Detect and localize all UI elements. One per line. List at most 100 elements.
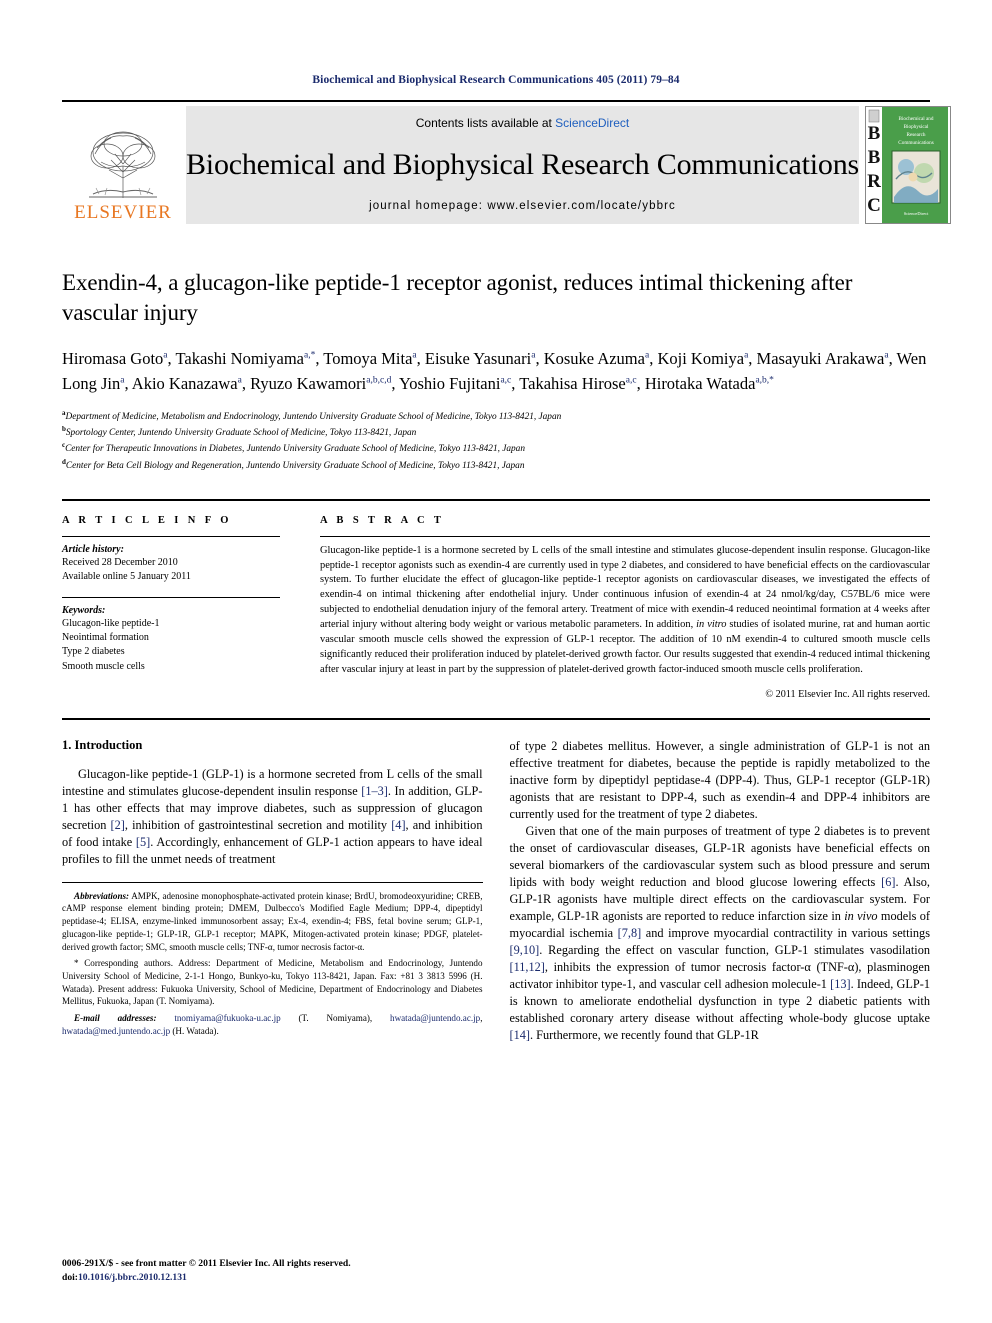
citation-ref[interactable]: [13]	[830, 977, 851, 991]
issn-line: 0006-291X/$ - see front matter © 2011 El…	[62, 1258, 351, 1270]
svg-text:B: B	[868, 147, 881, 168]
intro-paragraph-right-2: Given that one of the main purposes of t…	[510, 823, 931, 1044]
footnote-abbreviations: Abbreviations: AMPK, adenosine monophosp…	[62, 890, 483, 954]
running-head: Biochemical and Biophysical Research Com…	[312, 74, 680, 86]
email-link-watada-1[interactable]: hwatada@juntendo.ac.jp	[390, 1013, 480, 1023]
abstract-body: Glucagon-like peptide-1 is a hormone sec…	[320, 544, 930, 678]
author-affiliation-marker: a	[744, 350, 749, 361]
author-name: Masayuki Arakawa	[756, 348, 885, 368]
abstract-heading: A B S T R A C T	[320, 514, 445, 526]
author-name: Hirotaka Watada	[644, 374, 756, 394]
email-link-watada-2[interactable]: hwatada@med.juntendo.ac.jp	[62, 1026, 170, 1036]
author-name: Ryuzo Kawamori	[250, 374, 367, 394]
abstract-italic-invitro: in vitro	[696, 619, 727, 631]
footnote-block: Abbreviations: AMPK, adenosine monophosp…	[62, 881, 483, 1038]
keywords-label: Keywords:	[62, 605, 106, 617]
article-header: Exendin-4, a glucagon-like peptide-1 rec…	[62, 268, 930, 473]
author-affiliation-marker: a	[644, 350, 650, 361]
journal-cover-thumbnail: B B R C Biochemical and Biophysical Rese…	[864, 106, 951, 224]
page-footer: 0006-291X/$ - see front matter © 2011 El…	[62, 1257, 492, 1285]
journal-homepage-link[interactable]: journal homepage: www.elsevier.com/locat…	[369, 200, 676, 212]
svg-text:R: R	[867, 171, 881, 192]
keyword-item: Type 2 diabetes	[62, 646, 125, 658]
intro-right-text-a: Given that one of the main purposes of t…	[509, 823, 931, 889]
intro-right-text-d: and improve myocardial contractility in …	[641, 925, 930, 940]
footnote-emails: E-mail addresses: tnomiyama@fukuoka-u.ac…	[62, 1012, 483, 1037]
author-affiliation-marker: a	[531, 350, 536, 361]
affiliation-text: Sportology Center, Juntendo University G…	[65, 428, 417, 439]
svg-text:Biochemical and: Biochemical and	[898, 116, 933, 122]
author-name: Akio Kanazawa	[131, 374, 238, 394]
svg-text:Communications: Communications	[898, 140, 933, 146]
author-name: Yoshio Fujitani	[398, 374, 501, 394]
article-title: Exendin-4, a glucagon-like peptide-1 rec…	[62, 270, 853, 326]
elsevier-tree-icon	[89, 131, 157, 198]
intro-paragraph-right-cont: of type 2 diabetes mellitus. However, a …	[509, 738, 931, 821]
affiliation-line: cCenter for Therapeutic Innovations in D…	[62, 440, 930, 456]
author-name: Kosuke Azuma	[543, 348, 645, 368]
intro-text-c: , inhibition of gastrointestinal secreti…	[124, 817, 392, 832]
author-affiliation-marker: a,c	[500, 375, 512, 386]
info-divider-mid	[62, 597, 280, 599]
author-name: Eisuke Yasunari	[424, 348, 532, 368]
info-abstract-band: A R T I C L E I N F O Article history: R…	[62, 498, 930, 720]
abbreviations-label: Abbreviations:	[74, 890, 130, 901]
intro-right-text-h: . Furthermore, we recently found that GL…	[530, 1027, 759, 1042]
article-history-label: Article history:	[62, 543, 124, 555]
abstract-divider	[320, 535, 930, 537]
cover-image: B B R C Biochemical and Biophysical Rese…	[865, 107, 948, 223]
journal-article-page: Biochemical and Biophysical Research Com…	[0, 0, 992, 1323]
citation-ref[interactable]: [2]	[111, 818, 125, 832]
affiliation-text: Center for Therapeutic Innovations in Di…	[65, 444, 525, 455]
svg-text:Research: Research	[906, 132, 925, 138]
right-column: of type 2 diabetes mellitus. However, a …	[510, 738, 931, 1044]
author-affiliation-marker: a,c	[625, 375, 637, 386]
email-label: E-mail addresses:	[74, 1013, 157, 1024]
elsevier-wordmark: ELSEVIER	[74, 202, 172, 223]
corresponding-text: Corresponding authors. Address: Departme…	[62, 958, 483, 1007]
keyword-item: Glucagon-like peptide-1	[62, 618, 160, 630]
italic-invivo: in vivo	[844, 908, 878, 923]
author-name: Hiromasa Goto	[62, 348, 164, 368]
citation-ref[interactable]: [6]	[881, 875, 895, 889]
article-history-block: Article history: Received 28 December 20…	[62, 544, 280, 584]
email-link-nomiyama[interactable]: tnomiyama@fukuoka-u.ac.jp	[174, 1013, 280, 1023]
journal-banner: Contents lists available at ScienceDirec…	[186, 106, 859, 224]
keyword-item: Smooth muscle cells	[62, 660, 145, 672]
article-history-online: Available online 5 January 2011	[62, 570, 191, 582]
author-list: Hiromasa Gotoa, Takashi Nomiyamaa,*, Tom…	[62, 348, 927, 394]
intro-paragraph-left: Glucagon-like peptide-1 (GLP-1) is a hor…	[62, 766, 483, 868]
author-affiliation-marker: a	[237, 375, 242, 386]
abstract-column: A B S T R A C T Glucagon-like peptide-1 …	[310, 515, 930, 700]
affiliation-text: Center for Beta Cell Biology and Regener…	[65, 460, 525, 471]
svg-text:Biophysical: Biophysical	[904, 124, 929, 130]
sciencedirect-link[interactable]: ScienceDirect	[555, 116, 629, 130]
citation-ref[interactable]: [11,12]	[510, 960, 545, 974]
footnote-corresponding-author: * Corresponding authors. Address: Depart…	[62, 957, 483, 1008]
article-info-heading: A R T I C L E I N F O	[62, 514, 232, 526]
left-column: 1. Introduction Glucagon-like peptide-1 …	[62, 738, 483, 1044]
elsevier-logo: ELSEVIER	[62, 106, 184, 224]
affiliation-line: aDepartment of Medicine, Metabolism and …	[62, 408, 930, 424]
citation-ref[interactable]: [7,8]	[618, 926, 642, 940]
intro-right-text-e: . Regarding the effect on vascular funct…	[539, 942, 930, 957]
contents-prefix: Contents lists available at	[415, 116, 556, 130]
info-divider-top	[62, 535, 280, 537]
citation-ref[interactable]: [14]	[510, 1028, 531, 1042]
journal-title: Biochemical and Biophysical Research Com…	[186, 148, 859, 181]
abstract-copyright: © 2011 Elsevier Inc. All rights reserved…	[765, 688, 930, 700]
citation-ref[interactable]: [9,10]	[510, 943, 540, 957]
citation-ref[interactable]: [4]	[391, 818, 405, 832]
doi-value[interactable]: 10.1016/j.bbrc.2010.12.131	[78, 1272, 187, 1283]
author-name: Koji Komiya	[657, 348, 745, 368]
author-affiliation-marker: a	[120, 375, 125, 386]
citation-ref[interactable]: [1–3]	[361, 784, 388, 798]
svg-text:B: B	[868, 123, 881, 144]
affiliation-text: Department of Medicine, Metabolism and E…	[65, 411, 562, 422]
article-body: 1. Introduction Glucagon-like peptide-1 …	[62, 738, 930, 1044]
keywords-block: Keywords: Glucagon-like peptide-1 Neoint…	[62, 605, 280, 674]
author-affiliation-marker: a	[163, 350, 168, 361]
affiliation-line: dCenter for Beta Cell Biology and Regene…	[62, 457, 930, 473]
citation-ref[interactable]: [5]	[136, 835, 150, 849]
email-separator: ,	[480, 1013, 483, 1024]
